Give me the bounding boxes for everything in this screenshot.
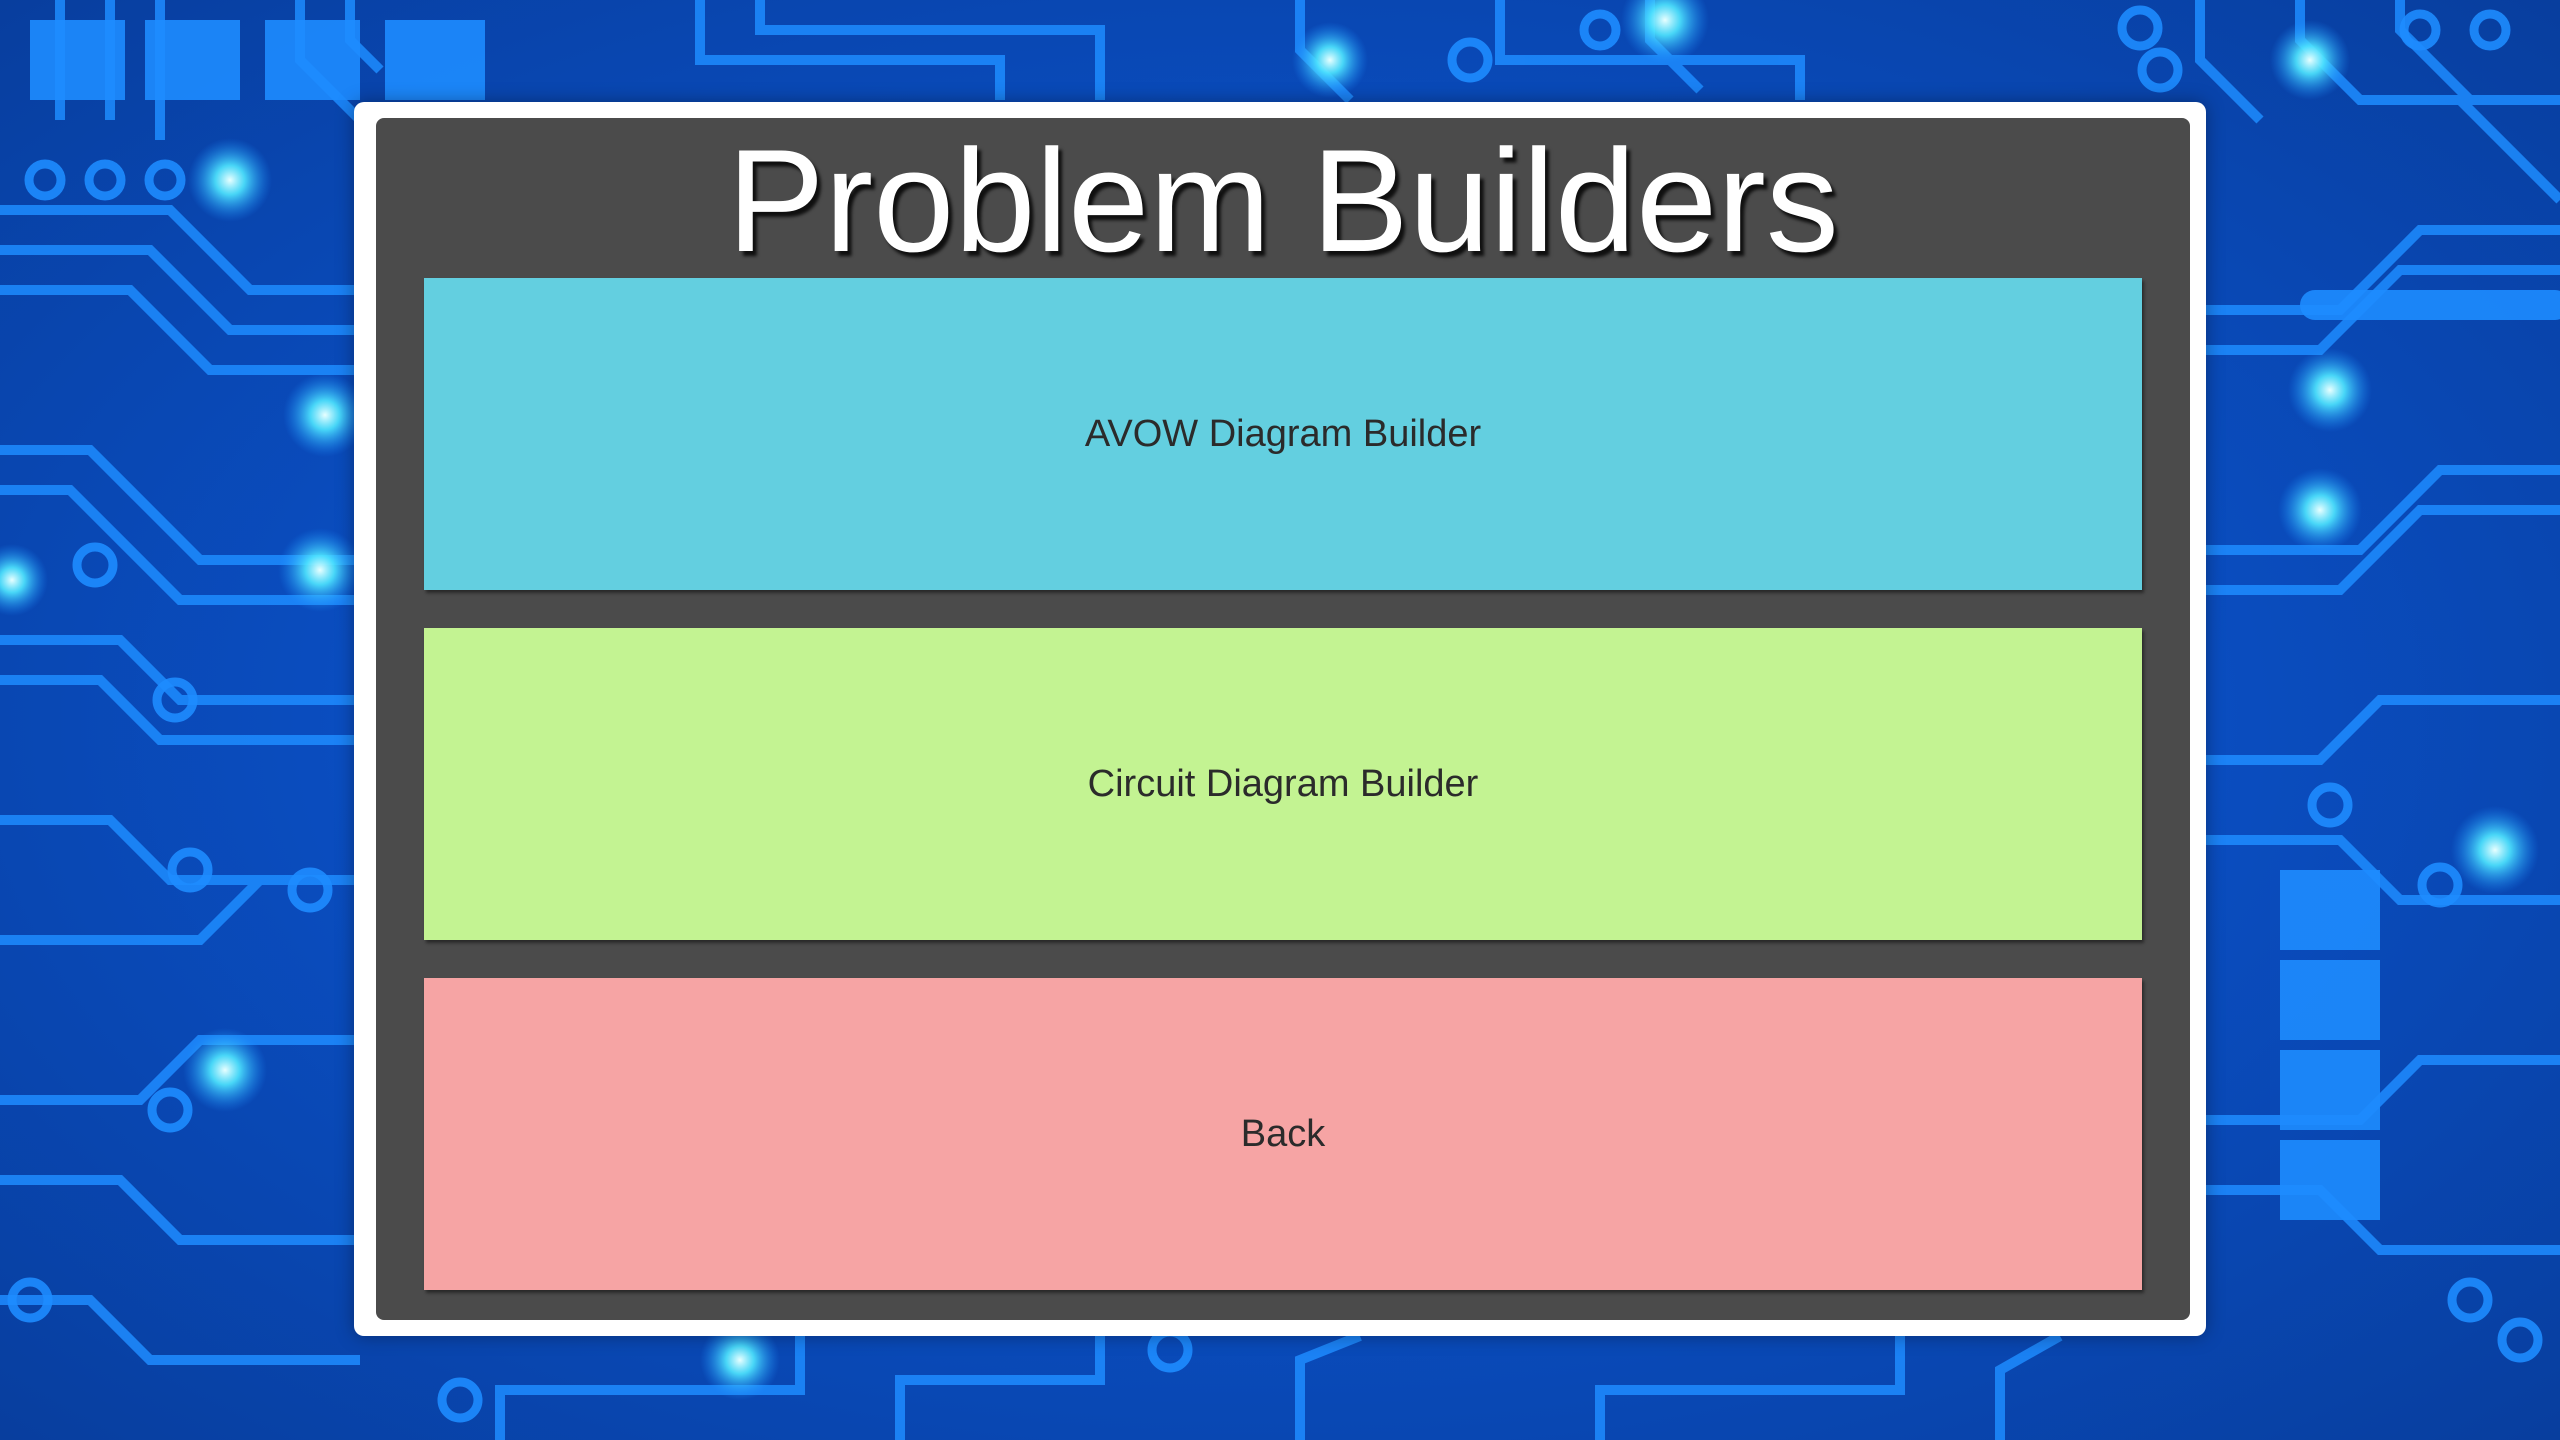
page-title: Problem Builders [727, 119, 1839, 282]
menu-panel-border: Problem Builders AVOW Diagram Builder Ci… [354, 102, 2206, 1336]
back-label: Back [1240, 1112, 1326, 1155]
menu-panel: Problem Builders AVOW Diagram Builder Ci… [376, 118, 2190, 1320]
circuit-diagram-builder-label: Circuit Diagram Builder [1087, 762, 1479, 805]
circuit-diagram-builder-button[interactable]: Circuit Diagram Builder [424, 628, 2142, 940]
back-button[interactable]: Back [424, 978, 2142, 1290]
avow-diagram-builder-button[interactable]: AVOW Diagram Builder [424, 278, 2142, 590]
avow-diagram-builder-label: AVOW Diagram Builder [1084, 412, 1482, 455]
screen: Problem Builders AVOW Diagram Builder Ci… [0, 0, 2560, 1440]
